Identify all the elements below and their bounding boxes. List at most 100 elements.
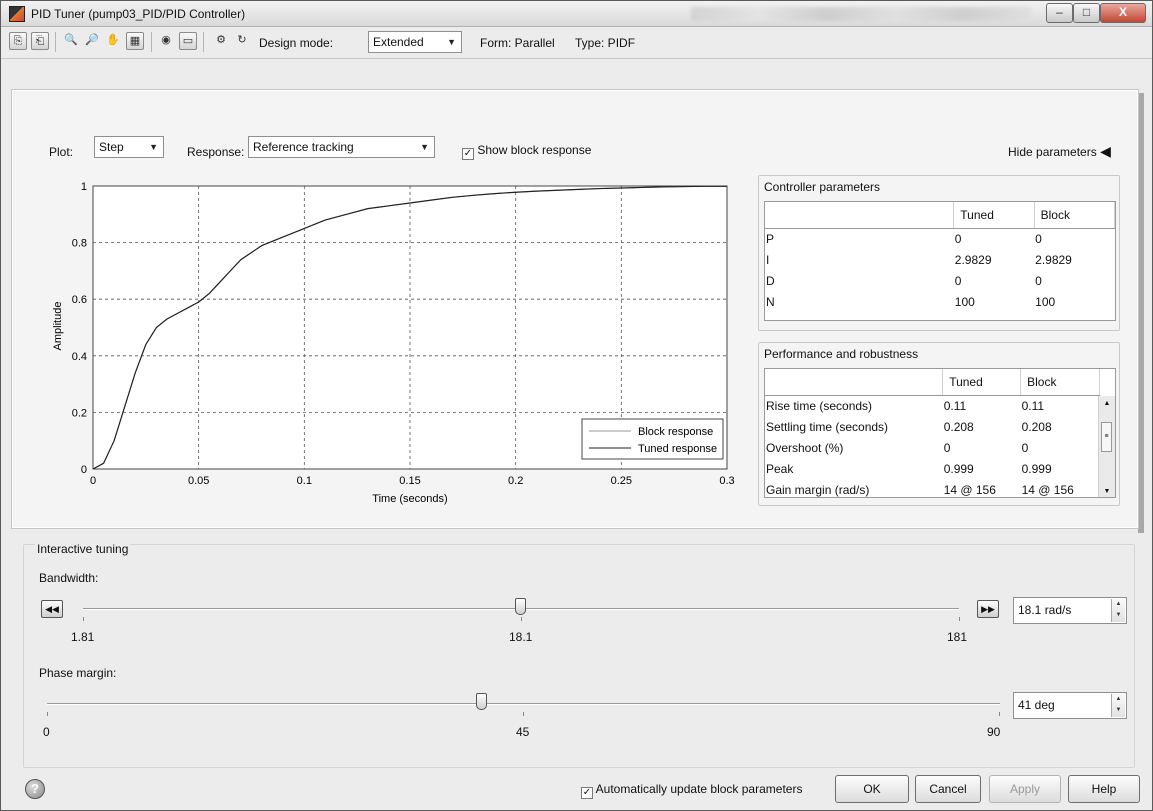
chevron-down-icon: ▼ bbox=[420, 142, 429, 152]
identify-plant-icon[interactable]: ◉ bbox=[157, 32, 175, 50]
help-button[interactable]: Help bbox=[1068, 775, 1140, 803]
tick-mark bbox=[523, 712, 524, 716]
ok-button[interactable]: OK bbox=[835, 775, 909, 803]
legend-label-tuned: Tuned response bbox=[638, 443, 717, 455]
table-header-row: Tuned Block bbox=[765, 369, 1100, 396]
spinner-arrows-icon[interactable]: ▲ ▼ bbox=[1111, 694, 1125, 717]
import-icon[interactable]: ⎘ bbox=[9, 32, 27, 50]
block-value: 0 bbox=[1021, 440, 1029, 455]
y-tick-labels: 0 0.2 0.4 0.6 0.8 1 bbox=[72, 181, 87, 476]
tuned-value: 0 bbox=[954, 273, 962, 288]
table-header-row: Tuned Block bbox=[765, 202, 1115, 229]
controller-parameters-title: Controller parameters bbox=[764, 180, 881, 194]
pan-hand-icon[interactable]: ✋ bbox=[104, 32, 122, 50]
table-scrollbar[interactable]: ▲ ≡ ▼ bbox=[1098, 396, 1115, 497]
apply-button[interactable]: Apply bbox=[989, 775, 1061, 803]
table-row: P 0 0 bbox=[765, 228, 1115, 249]
table-row: Peak 0.999 0.999 bbox=[765, 458, 1100, 479]
bandwidth-decrease-button[interactable]: ◀◀ bbox=[41, 600, 63, 618]
tuned-value: 100 bbox=[954, 294, 975, 309]
table-row: Rise time (seconds) 0.11 0.11 bbox=[765, 395, 1100, 416]
toolbar-separator bbox=[55, 32, 56, 52]
x-tick-label: 0.15 bbox=[399, 475, 420, 487]
tick-mark bbox=[47, 712, 48, 716]
block-value: 0 bbox=[1035, 273, 1042, 288]
interactive-tuning-title: Interactive tuning bbox=[35, 542, 131, 556]
response-label: Response: bbox=[187, 145, 245, 159]
show-block-response-checkbox[interactable]: ✓ Show block response bbox=[462, 143, 591, 160]
hide-parameters-link[interactable]: Hide parameters ◀ bbox=[1008, 143, 1111, 160]
chevron-down-icon: ▼ bbox=[447, 37, 456, 47]
scroll-down-icon[interactable]: ▼ bbox=[1099, 488, 1115, 495]
data-cursor-icon[interactable]: ▦ bbox=[126, 32, 144, 50]
phase-margin-max-label: 90 bbox=[987, 725, 1001, 739]
phase-margin-min-label: 0 bbox=[43, 725, 50, 739]
toolbar-separator bbox=[151, 32, 152, 52]
checkbox-box: ✓ bbox=[462, 148, 474, 160]
help-icon[interactable]: ? bbox=[25, 779, 45, 799]
block-value: 0.208 bbox=[1021, 419, 1052, 434]
matlab-icon bbox=[9, 6, 25, 22]
response-dropdown[interactable]: Reference tracking ▼ bbox=[248, 136, 435, 158]
bandwidth-increase-button[interactable]: ▶▶ bbox=[977, 600, 999, 618]
restore-icon[interactable]: ↻ bbox=[233, 32, 251, 50]
controller-parameters-table[interactable]: Tuned Block P 0 0 I 2.9829 2.9829 D 0 0 bbox=[764, 201, 1116, 321]
block-value: 14 @ 156 bbox=[1021, 482, 1074, 497]
phase-margin-spinbox[interactable]: 41 deg ▲ ▼ bbox=[1013, 692, 1127, 719]
tick-mark bbox=[999, 712, 1000, 716]
checkbox-box: ✓ bbox=[581, 787, 593, 799]
y-axis-label: Amplitude bbox=[52, 302, 64, 351]
block-value: 0 bbox=[1035, 231, 1042, 246]
scroll-up-icon[interactable]: ▲ bbox=[1099, 400, 1115, 407]
show-block-response-label: Show block response bbox=[477, 143, 592, 157]
toolbar: ⎘ ⎗ 🔍 🔎 ✋ ▦ ◉ ▭ ⚙ ↻ Design mode: Extende… bbox=[1, 27, 1152, 59]
x-axis-label: Time (seconds) bbox=[372, 493, 447, 505]
bandwidth-slider-thumb[interactable] bbox=[515, 598, 526, 615]
metric-name: Peak bbox=[766, 461, 794, 476]
spinner-arrows-icon[interactable]: ▲ ▼ bbox=[1111, 599, 1125, 622]
y-tick-label: 0.4 bbox=[72, 351, 87, 363]
export-icon[interactable]: ⎗ bbox=[31, 32, 49, 50]
gear-icon[interactable]: ⚙ bbox=[212, 32, 230, 50]
plot-type-dropdown[interactable]: Step ▼ bbox=[94, 136, 164, 158]
parameter-name: N bbox=[766, 294, 775, 309]
scroll-thumb[interactable]: ≡ bbox=[1101, 422, 1112, 452]
parameter-name: D bbox=[766, 273, 775, 288]
zoom-out-icon[interactable]: 🔎 bbox=[83, 32, 101, 50]
minimize-button[interactable]: – bbox=[1046, 3, 1073, 23]
bandwidth-spinbox[interactable]: 18.1 rad/s ▲ ▼ bbox=[1013, 597, 1127, 624]
phase-margin-slider-thumb[interactable] bbox=[475, 693, 487, 710]
table-row: Settling time (seconds) 0.208 0.208 bbox=[765, 416, 1100, 437]
column-header bbox=[765, 369, 944, 396]
block-value: 0.999 bbox=[1021, 461, 1052, 476]
tick-mark bbox=[83, 617, 84, 621]
performance-table[interactable]: Tuned Block Rise time (seconds) 0.11 0.1… bbox=[764, 368, 1116, 498]
plot-type-value: Step bbox=[99, 140, 124, 154]
column-header-block: Block bbox=[1034, 202, 1115, 229]
x-tick-label: 0.2 bbox=[508, 475, 523, 487]
phase-margin-slider-track[interactable] bbox=[47, 703, 1000, 705]
close-button[interactable]: X bbox=[1100, 3, 1146, 23]
step-response-chart[interactable]: 0 0.05 0.1 0.15 0.2 0.25 0.3 0 0.2 0.4 0.6 0.8 1 Ti… bbox=[41, 176, 741, 506]
bandwidth-label: Bandwidth: bbox=[39, 571, 99, 585]
cancel-button[interactable]: Cancel bbox=[915, 775, 981, 803]
x-tick-label: 0.05 bbox=[188, 475, 209, 487]
table-row: Gain margin (rad/s) 14 @ 156 14 @ 156 bbox=[765, 479, 1100, 497]
controller-parameters-group: Controller parameters Tuned Block P 0 0 … bbox=[758, 175, 1120, 331]
parameter-name: P bbox=[766, 231, 775, 246]
type-label: Type: PIDF bbox=[575, 36, 636, 50]
maximize-button[interactable]: □ bbox=[1073, 3, 1100, 23]
title-bar[interactable]: PID Tuner (pump03_PID/PID Controller) – … bbox=[1, 1, 1152, 27]
table-row: I 2.9829 2.9829 bbox=[765, 249, 1115, 270]
design-mode-dropdown[interactable]: Extended ▼ bbox=[368, 31, 462, 53]
metric-name: Settling time (seconds) bbox=[766, 419, 889, 434]
legend-label-block: Block response bbox=[638, 426, 713, 438]
window-layout-icon[interactable]: ▭ bbox=[179, 32, 197, 50]
auto-update-checkbox[interactable]: ✓ Automatically update block parameters bbox=[581, 782, 802, 799]
design-mode-value: Extended bbox=[373, 35, 424, 49]
design-mode-label: Design mode: bbox=[259, 36, 334, 50]
interactive-tuning-group bbox=[23, 544, 1135, 768]
tuned-value: 0.11 bbox=[943, 398, 967, 413]
zoom-in-icon[interactable]: 🔍 bbox=[62, 32, 80, 50]
bandwidth-max-label: 181 bbox=[947, 630, 968, 644]
